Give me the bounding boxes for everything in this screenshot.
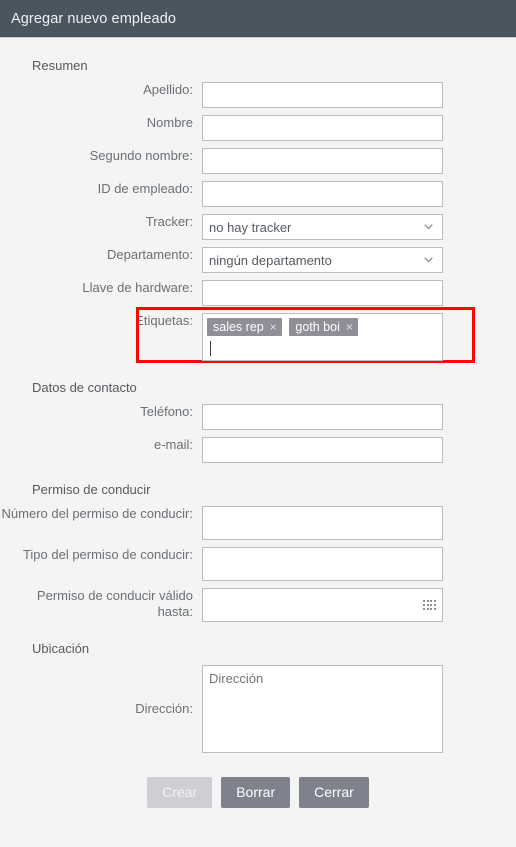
tag-chip-label: goth boi (295, 320, 340, 334)
employee-id-label: ID de empleado: (97, 181, 193, 196)
section-title-contact: Datos de contacto (32, 380, 137, 395)
email-input[interactable] (202, 437, 443, 463)
employee-form: Resumen Apellido: Nombre Segundo nombre:… (0, 58, 516, 808)
address-label: Dirección: (135, 701, 193, 716)
field-row-hardware-key: Llave de hardware: (0, 280, 516, 306)
text-cursor (210, 340, 211, 356)
last-name-input[interactable] (202, 82, 443, 108)
delete-button[interactable]: Borrar (221, 777, 291, 808)
field-row-tags: Etiquetas: sales rep × goth boi × (0, 307, 516, 363)
middle-name-input[interactable] (202, 148, 443, 174)
tag-remove-icon[interactable]: × (270, 318, 277, 336)
tracker-select[interactable]: no hay tracker (202, 214, 443, 240)
tag-chip[interactable]: sales rep × (207, 318, 282, 336)
field-row-first-name: Nombre (0, 115, 516, 141)
calendar-picker-icon[interactable] (423, 600, 436, 611)
last-name-label: Apellido: (143, 82, 193, 97)
first-name-label: Nombre (146, 115, 193, 130)
section-title-summary: Resumen (32, 58, 88, 73)
phone-label: Teléfono: (140, 404, 193, 419)
field-row-email: e-mail: (0, 437, 516, 463)
field-row-last-name: Apellido: (0, 82, 516, 108)
license-valid-until-input[interactable] (202, 588, 443, 622)
tag-chip-label: sales rep (213, 320, 264, 334)
department-select[interactable]: ningún departamento (202, 247, 443, 273)
phone-input[interactable] (202, 404, 443, 430)
field-row-license-type: Tipo del permiso de conducir: (0, 547, 516, 581)
field-row-license-number: Número del permiso de conducir: (0, 506, 516, 540)
field-row-department: Departamento: ningún departamento (0, 247, 516, 273)
first-name-input[interactable] (202, 115, 443, 141)
middle-name-label: Segundo nombre: (89, 148, 193, 163)
tracker-label: Tracker: (145, 214, 193, 229)
tag-remove-icon[interactable]: × (346, 318, 353, 336)
employee-id-input[interactable] (202, 181, 443, 207)
tracker-select-value: no hay tracker (209, 219, 292, 235)
field-row-address: Dirección: (0, 665, 516, 753)
field-row-license-valid-until: Permiso de conducir válido hasta: (0, 588, 516, 622)
tags-label: Etiquetas: (135, 313, 193, 328)
hardware-key-label: Llave de hardware: (82, 280, 193, 295)
tags-input[interactable]: sales rep × goth boi × (202, 313, 443, 361)
field-row-middle-name: Segundo nombre: (0, 148, 516, 174)
tag-chip-list: sales rep × goth boi × (207, 318, 438, 338)
email-label: e-mail: (153, 437, 193, 452)
chevron-down-icon (424, 224, 433, 230)
address-textarea[interactable] (202, 665, 443, 753)
department-select-value: ningún departamento (209, 252, 332, 268)
license-number-input[interactable] (202, 506, 443, 540)
hardware-key-input[interactable] (202, 280, 443, 306)
license-number-label: Número del permiso de conducir: (1, 506, 193, 521)
dialog-titlebar: Agregar nuevo empleado (0, 0, 516, 38)
license-type-label: Tipo del permiso de conducir: (22, 547, 193, 562)
field-row-phone: Teléfono: (0, 404, 516, 430)
dialog-title: Agregar nuevo empleado (11, 10, 177, 27)
license-valid-until-label: Permiso de conducir válido hasta: (36, 588, 193, 619)
create-button[interactable]: Crear (147, 777, 213, 808)
field-row-tracker: Tracker: no hay tracker (0, 214, 516, 240)
tag-chip[interactable]: goth boi × (289, 318, 358, 336)
close-button[interactable]: Cerrar (299, 777, 369, 808)
chevron-down-icon (424, 257, 433, 263)
dialog-footer: Crear Borrar Cerrar (0, 777, 516, 808)
section-title-license: Permiso de conducir (32, 482, 151, 497)
section-title-location: Ubicación (32, 641, 90, 656)
tag-entry-line[interactable] (207, 338, 438, 358)
license-type-input[interactable] (202, 547, 443, 581)
department-label: Departamento: (107, 247, 193, 262)
field-row-employee-id: ID de empleado: (0, 181, 516, 207)
